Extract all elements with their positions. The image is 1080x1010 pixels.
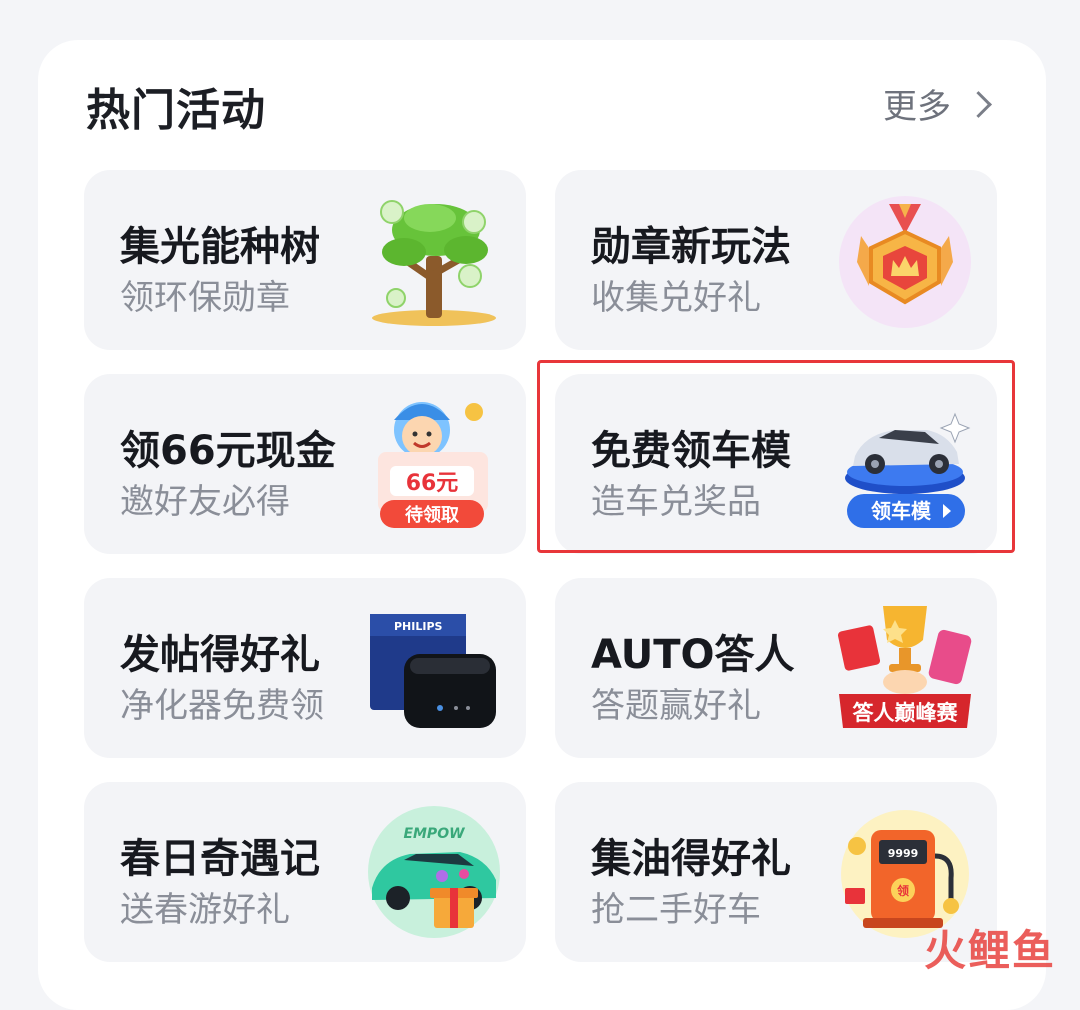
card-title: 集光能种树: [120, 214, 320, 272]
activity-card-post[interactable]: 发帖得好礼 净化器免费领 PHILIPS: [84, 578, 526, 758]
activity-card-spring[interactable]: 春日奇遇记 送春游好礼 EMPOW: [84, 782, 526, 962]
card-subtitle: 邀好友必得: [120, 474, 290, 523]
card-title: 春日奇遇记: [120, 826, 320, 884]
activity-card-plant-tree[interactable]: 集光能种树 领环保勋章: [84, 170, 526, 350]
card-title: 集油得好礼: [591, 826, 791, 884]
watermark: 火鲤鱼: [924, 917, 1056, 978]
quiz-banner-label: 答人巅峰赛: [853, 701, 959, 725]
cash-reward-icon: 66元 待领取: [364, 394, 504, 534]
card-subtitle: 收集兑好礼: [591, 270, 761, 319]
card-subtitle: 领环保勋章: [120, 270, 290, 319]
pump-badge-label: 领: [897, 883, 909, 898]
card-subtitle: 答题赢好礼: [591, 678, 761, 727]
card-subtitle: 造车兑奖品: [591, 474, 761, 523]
trophy-icon: 答人巅峰赛: [835, 598, 975, 738]
more-label: 更多: [883, 79, 951, 128]
card-title: 领66元现金: [120, 418, 336, 476]
activity-card-car-model[interactable]: 免费领车模 造车兑奖品 领车模: [555, 374, 997, 554]
pump-meter-label: 9999: [888, 847, 919, 860]
medal-icon: [835, 190, 975, 330]
chevron-right-icon: [965, 91, 992, 118]
air-purifier-icon: PHILIPS: [364, 598, 504, 738]
tree-icon: [364, 190, 504, 330]
car-model-icon: 领车模: [835, 394, 975, 534]
car-model-claim-label: 领车模: [871, 499, 932, 523]
card-title: 勋章新玩法: [591, 214, 791, 272]
ev-car-icon: EMPOW: [364, 802, 504, 942]
cash-claim-label: 待领取: [405, 504, 460, 526]
card-title: 免费领车模: [591, 418, 791, 476]
activity-card-cash[interactable]: 领66元现金 邀好友必得 66元 待领取: [84, 374, 526, 554]
card-subtitle: 净化器免费领: [120, 678, 324, 727]
activity-card-quiz[interactable]: AUTO答人 答题赢好礼 答人巅峰赛: [555, 578, 997, 758]
section-title: 热门活动: [86, 74, 266, 138]
card-subtitle: 抢二手好车: [591, 882, 761, 931]
card-title: AUTO答人: [591, 622, 795, 680]
card-title: 发帖得好礼: [120, 622, 320, 680]
purifier-brand-label: PHILIPS: [394, 620, 443, 633]
activity-card-medal[interactable]: 勋章新玩法 收集兑好礼: [555, 170, 997, 350]
cash-amount-label: 66元: [406, 471, 459, 496]
card-subtitle: 送春游好礼: [120, 882, 290, 931]
more-link[interactable]: 更多: [883, 78, 988, 128]
ev-brand-label: EMPOW: [403, 826, 465, 842]
